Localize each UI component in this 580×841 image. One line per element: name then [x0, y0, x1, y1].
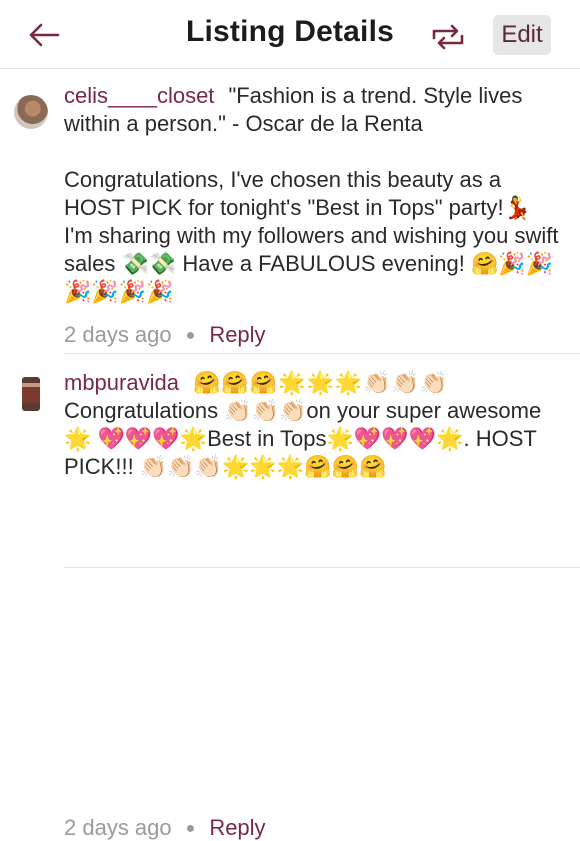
separator-dot: ●: [185, 327, 196, 344]
share-repost-icon: [432, 24, 464, 50]
comment-body: celis____closet "Fashion is a trend. Styl…: [64, 82, 564, 306]
reply-link[interactable]: Reply: [209, 815, 265, 840]
comment-divider: [64, 567, 580, 568]
comment-timestamp: 2 days ago: [64, 815, 172, 840]
top-bar: Listing Details Edit: [0, 0, 580, 69]
comment-meta: 2 days ago ● Reply: [64, 322, 266, 348]
comment-meta: 2 days ago ● Reply: [64, 815, 266, 841]
comment-emoji-run: 🤗🤗🤗🌟🌟🌟👏🏻👏🏻👏🏻: [192, 370, 449, 395]
comment-username[interactable]: celis____closet: [64, 83, 214, 108]
avatar[interactable]: [22, 377, 40, 411]
comment-body: mbpuravida 🤗🤗🤗🌟🌟🌟👏🏻👏🏻👏🏻 Congratulations 👏…: [64, 369, 564, 481]
comment-message: Congratulations, I've chosen this beauty…: [64, 167, 559, 304]
comment-divider: [64, 353, 580, 354]
share-button[interactable]: [428, 22, 468, 52]
comment-username[interactable]: mbpuravida: [64, 370, 179, 395]
avatar[interactable]: [14, 95, 48, 129]
back-arrow-icon: [29, 23, 60, 47]
comment-timestamp: 2 days ago: [64, 322, 172, 347]
edit-button[interactable]: Edit: [493, 15, 551, 55]
separator-dot: ●: [185, 820, 196, 837]
reply-link[interactable]: Reply: [209, 322, 265, 347]
comment-message: Congratulations 👏🏻👏🏻👏🏻on your super awes…: [64, 398, 542, 479]
comments-list: celis____closet "Fashion is a trend. Styl…: [0, 69, 580, 840]
back-button[interactable]: [26, 20, 62, 50]
